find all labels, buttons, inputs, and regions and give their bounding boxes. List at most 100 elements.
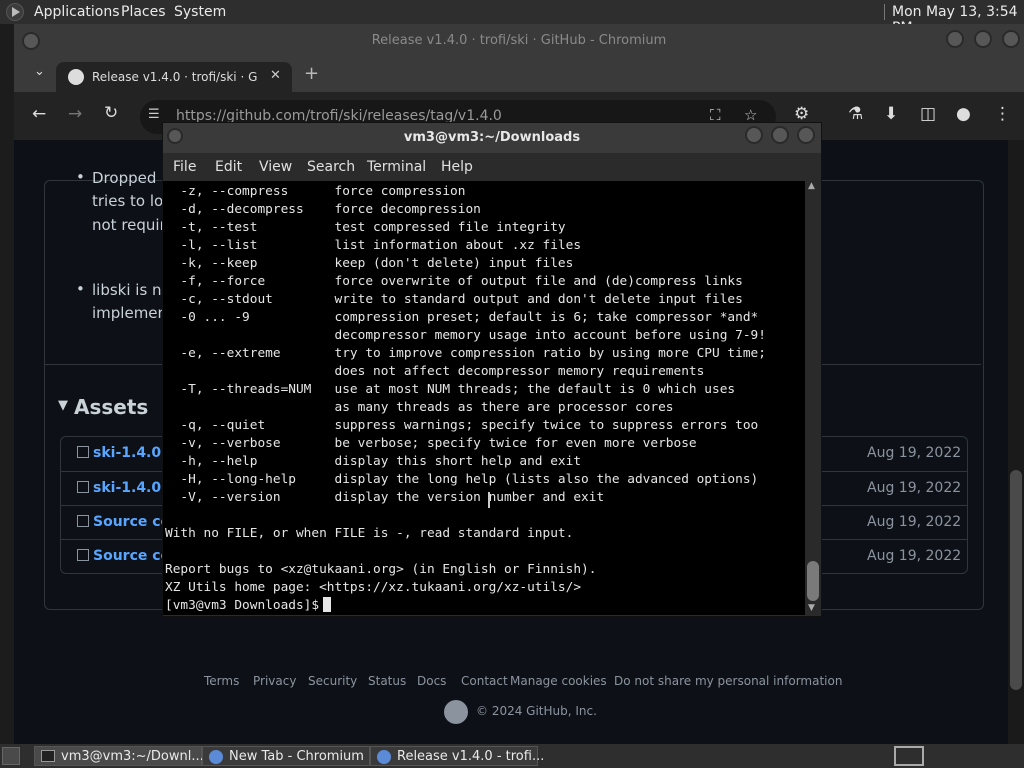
github-logo-icon[interactable]	[444, 700, 468, 724]
footer-do-not-share-link[interactable]: Do not share my personal information	[614, 674, 842, 688]
new-tab-icon[interactable]: +	[304, 63, 319, 84]
terminal-line: -f, --force force overwrite of output fi…	[165, 274, 743, 289]
assets-heading[interactable]: Assets	[74, 395, 148, 419]
maximize-icon[interactable]	[974, 30, 992, 48]
applications-menu[interactable]: Applications	[34, 4, 120, 20]
terminal-titlebar: vm3@vm3:~/Downloads	[163, 123, 821, 153]
terminal-minimize-icon[interactable]	[745, 126, 763, 144]
terminal-line: Report bugs to <xz@tukaani.org> (in Engl…	[165, 562, 597, 577]
terminal-scrollbar[interactable]: ▲ ▼	[805, 181, 821, 615]
asset-date: Aug 19, 2022	[867, 445, 962, 461]
footer-manage-cookies-link[interactable]: Manage cookies	[510, 674, 607, 688]
side-panel-icon[interactable]: ◫	[920, 104, 936, 124]
footer-docs-link[interactable]: Docs	[417, 674, 446, 688]
terminal-prompt-line[interactable]: [vm3@vm3 Downloads]$	[165, 597, 332, 615]
places-menu[interactable]: Places	[121, 4, 166, 20]
applications-logo-icon[interactable]	[6, 3, 24, 21]
site-info-icon[interactable]: ☰	[148, 107, 160, 122]
file-zip-icon	[77, 549, 89, 561]
task-label: New Tab - Chromium	[229, 749, 364, 764]
terminal-line: -0 ... -9 compression preset; default is…	[165, 310, 759, 325]
terminal-menu-terminal[interactable]: Terminal	[367, 159, 426, 175]
workspace-switcher-icon[interactable]	[894, 746, 924, 766]
show-desktop-icon[interactable]	[2, 747, 20, 765]
footer-status-link[interactable]: Status	[368, 674, 406, 688]
terminal-line: -c, --stdout write to standard output an…	[165, 292, 743, 307]
package-icon	[77, 446, 89, 458]
terminal-line: -V, --version display the version number…	[165, 490, 605, 505]
assets-caret-icon[interactable]: ▼	[58, 398, 68, 413]
terminal-line: -t, --test test compressed file integrit…	[165, 220, 566, 235]
system-menu[interactable]: System	[174, 4, 226, 20]
back-icon[interactable]: ←	[32, 104, 46, 124]
asset-link[interactable]: Source co	[93, 548, 170, 564]
footer-terms-link[interactable]: Terms	[204, 674, 239, 688]
terminal-close-icon[interactable]	[797, 126, 815, 144]
chromium-app-icon	[209, 750, 223, 764]
asset-date: Aug 19, 2022	[867, 514, 962, 530]
terminal-menu-search[interactable]: Search	[307, 159, 355, 175]
task-new-tab[interactable]: New Tab - Chromium	[202, 746, 370, 766]
terminal-line: -T, --threads=NUM use at most NUM thread…	[165, 382, 736, 397]
scroll-up-arrow-icon[interactable]: ▲	[808, 181, 815, 191]
tab-release[interactable]: Release v1.4.0 · trofi/ski · GitHub ✕	[56, 62, 292, 92]
scroll-down-arrow-icon[interactable]: ▼	[808, 603, 815, 613]
terminal-menu-help[interactable]: Help	[441, 159, 473, 175]
terminal-line: -H, --long-help display the long help (l…	[165, 472, 759, 487]
task-label: vm3@vm3:~/Downl...	[61, 749, 204, 764]
terminal-scroll-thumb[interactable]	[807, 561, 819, 601]
forward-icon[interactable]: →	[68, 104, 82, 124]
asset-date: Aug 19, 2022	[867, 548, 962, 564]
terminal-line: -q, --quiet suppress warnings; specify t…	[165, 418, 759, 433]
task-release[interactable]: Release v1.4.0 - trofi...	[370, 746, 544, 766]
terminal-maximize-icon[interactable]	[771, 126, 789, 144]
terminal-window-menu-icon[interactable]	[167, 128, 183, 144]
tab-label: Release v1.4.0 · trofi/ski · GitHub	[92, 70, 257, 84]
terminal-line: -d, --decompress force decompression	[165, 202, 481, 217]
terminal-line: as many threads as there are processor c…	[165, 400, 674, 415]
bullet-text-line: tries to loa	[92, 192, 173, 210]
close-window-icon[interactable]	[1002, 30, 1020, 48]
task-terminal[interactable]: vm3@vm3:~/Downl...	[34, 746, 204, 766]
tab-close-icon[interactable]: ✕	[270, 68, 281, 83]
bullet-text-line: implemen	[92, 304, 168, 322]
terminal-line: does not affect decompressor memory requ…	[165, 364, 705, 379]
bullet-dot: •	[76, 280, 85, 298]
terminal-window: vm3@vm3:~/Downloads File Edit View Searc…	[162, 122, 822, 617]
terminal-line: decompressor memory usage into account b…	[165, 328, 766, 343]
bullet-text-line: libski is no	[92, 281, 171, 299]
terminal-cursor	[323, 597, 332, 612]
footer-privacy-link[interactable]: Privacy	[253, 674, 296, 688]
page-scroll-thumb[interactable]	[1010, 470, 1022, 690]
footer-security-link[interactable]: Security	[308, 674, 357, 688]
labs-flask-icon[interactable]: ⚗	[848, 104, 863, 124]
terminal-line: -v, --verbose be verbose; specify twice …	[165, 436, 697, 451]
page-scrollbar[interactable]	[1008, 140, 1024, 744]
asset-date: Aug 19, 2022	[867, 480, 962, 496]
package-icon	[77, 481, 89, 493]
reload-icon[interactable]: ↻	[104, 103, 118, 123]
terminal-menu-edit[interactable]: Edit	[215, 159, 242, 175]
tab-strip: ⌄ Release v1.4.0 · trofi/ski · GitHub ✕ …	[14, 58, 1024, 92]
terminal-menu-file[interactable]: File	[173, 159, 196, 175]
tab-search-chevron-icon[interactable]: ⌄	[34, 64, 45, 79]
extensions-icon[interactable]: ⚙	[794, 104, 809, 124]
terminal-line: XZ Utils home page: <https://xz.tukaani.…	[165, 580, 582, 595]
profile-icon[interactable]: ●	[956, 104, 971, 124]
window-menu-icon[interactable]	[22, 32, 40, 50]
terminal-line: -k, --keep keep (don't delete) input fil…	[165, 256, 574, 271]
bottom-panel: vm3@vm3:~/Downl... New Tab - Chromium Re…	[0, 744, 1024, 768]
terminal-output[interactable]: -z, --compress force compression -d, --d…	[163, 181, 805, 615]
menu-kebab-icon[interactable]: ⋮	[994, 104, 1011, 124]
terminal-menu-view[interactable]: View	[259, 159, 292, 175]
footer-contact-link[interactable]: Contact	[461, 674, 508, 688]
terminal-line: With no FILE, or when FILE is -, read st…	[165, 526, 574, 541]
terminal-menubar: File Edit View Search Terminal Help	[163, 153, 821, 181]
minimize-icon[interactable]	[946, 30, 964, 48]
mouse-ibeam-cursor-icon	[488, 492, 492, 508]
downloads-icon[interactable]: ⬇	[884, 104, 898, 124]
copyright: © 2024 GitHub, Inc.	[476, 704, 597, 718]
task-label: Release v1.4.0 - trofi...	[397, 749, 545, 764]
asset-link[interactable]: Source co	[93, 514, 170, 530]
github-favicon-icon	[68, 69, 84, 85]
